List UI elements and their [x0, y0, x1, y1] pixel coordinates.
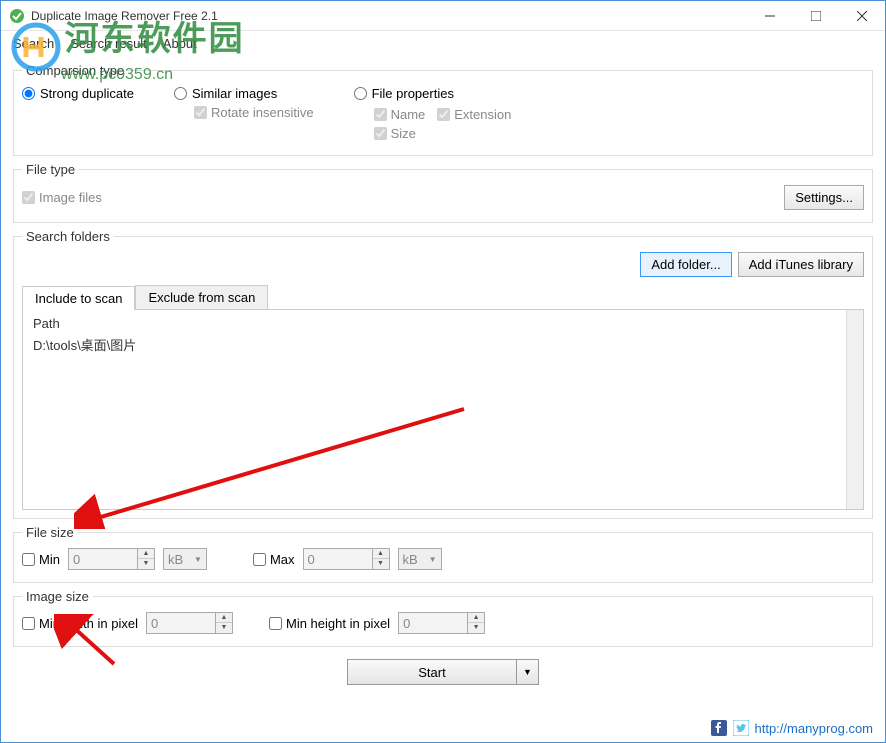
path-column-header: Path — [33, 316, 853, 331]
filetype-legend: File type — [22, 162, 79, 177]
chevron-down-icon: ▼ — [194, 555, 202, 564]
twitter-icon[interactable] — [733, 720, 749, 736]
spin-up-icon[interactable]: ▲ — [216, 613, 232, 623]
window-title: Duplicate Image Remover Free 2.1 — [31, 9, 747, 23]
chevron-down-icon: ▼ — [523, 667, 532, 677]
min-height-input[interactable]: ▲▼ — [398, 612, 485, 634]
add-folder-button[interactable]: Add folder... — [640, 252, 731, 277]
minimize-icon — [765, 11, 775, 21]
filetype-group: File type Image files Settings... — [13, 162, 873, 223]
app-icon — [9, 8, 25, 24]
check-size: Size — [374, 126, 512, 141]
close-button[interactable] — [839, 1, 885, 31]
tab-include[interactable]: Include to scan — [22, 286, 135, 310]
facebook-icon[interactable] — [711, 720, 727, 736]
imagesize-legend: Image size — [22, 589, 93, 604]
maximize-icon — [811, 11, 821, 21]
check-rotate-insensitive: Rotate insensitive — [194, 105, 314, 120]
chevron-down-icon: ▼ — [429, 555, 437, 564]
path-entry[interactable]: D:\tools\桌面\图片 — [33, 335, 853, 354]
comparison-group: Comparsion type Strong duplicate Similar… — [13, 63, 873, 156]
spin-down-icon[interactable]: ▼ — [138, 559, 154, 569]
maximize-button[interactable] — [793, 1, 839, 31]
menubar: Search Search result About — [1, 31, 885, 55]
check-min-width[interactable]: Min width in pixel — [22, 616, 138, 631]
check-min-filesize[interactable]: Min — [22, 552, 60, 567]
footer: http://manyprog.com — [711, 720, 874, 736]
imagesize-group: Image size Min width in pixel ▲▼ Min hei… — [13, 589, 873, 647]
search-folders-group: Search folders Add folder... Add iTunes … — [13, 229, 873, 519]
radio-strong-duplicate[interactable]: Strong duplicate — [22, 86, 134, 101]
minimize-button[interactable] — [747, 1, 793, 31]
scrollbar[interactable] — [846, 310, 863, 509]
add-itunes-button[interactable]: Add iTunes library — [738, 252, 864, 277]
folders-legend: Search folders — [22, 229, 114, 244]
close-icon — [857, 11, 867, 21]
max-unit-select[interactable]: kB ▼ — [398, 548, 442, 570]
comparison-legend: Comparsion type — [22, 63, 128, 78]
spin-up-icon[interactable]: ▲ — [468, 613, 484, 623]
max-filesize-input[interactable]: ▲▼ — [303, 548, 390, 570]
start-dropdown-button[interactable]: ▼ — [517, 659, 539, 685]
spin-down-icon[interactable]: ▼ — [468, 623, 484, 633]
path-list[interactable]: Path D:\tools\桌面\图片 — [22, 310, 864, 510]
tab-exclude[interactable]: Exclude from scan — [135, 285, 268, 309]
filesize-legend: File size — [22, 525, 78, 540]
titlebar: Duplicate Image Remover Free 2.1 — [1, 1, 885, 31]
spin-up-icon[interactable]: ▲ — [138, 549, 154, 559]
min-width-input[interactable]: ▲▼ — [146, 612, 233, 634]
start-button[interactable]: Start — [347, 659, 517, 685]
spin-down-icon[interactable]: ▼ — [373, 559, 389, 569]
min-unit-select[interactable]: kB ▼ — [163, 548, 207, 570]
check-image-files: Image files — [22, 190, 784, 205]
settings-button[interactable]: Settings... — [784, 185, 864, 210]
radio-similar-images[interactable]: Similar images — [174, 86, 314, 101]
menu-search[interactable]: Search — [5, 34, 62, 53]
footer-link[interactable]: http://manyprog.com — [755, 721, 874, 736]
spin-down-icon[interactable]: ▼ — [216, 623, 232, 633]
min-filesize-input[interactable]: ▲▼ — [68, 548, 155, 570]
check-min-height[interactable]: Min height in pixel — [269, 616, 390, 631]
check-max-filesize[interactable]: Max — [253, 552, 295, 567]
check-name: Name — [374, 107, 426, 122]
menu-search-result[interactable]: Search result — [62, 34, 155, 53]
check-extension: Extension — [437, 107, 511, 122]
spin-up-icon[interactable]: ▲ — [373, 549, 389, 559]
menu-about[interactable]: About — [155, 34, 205, 53]
filesize-group: File size Min ▲▼ kB ▼ Max ▲▼ — [13, 525, 873, 583]
radio-file-properties[interactable]: File properties — [354, 86, 512, 101]
